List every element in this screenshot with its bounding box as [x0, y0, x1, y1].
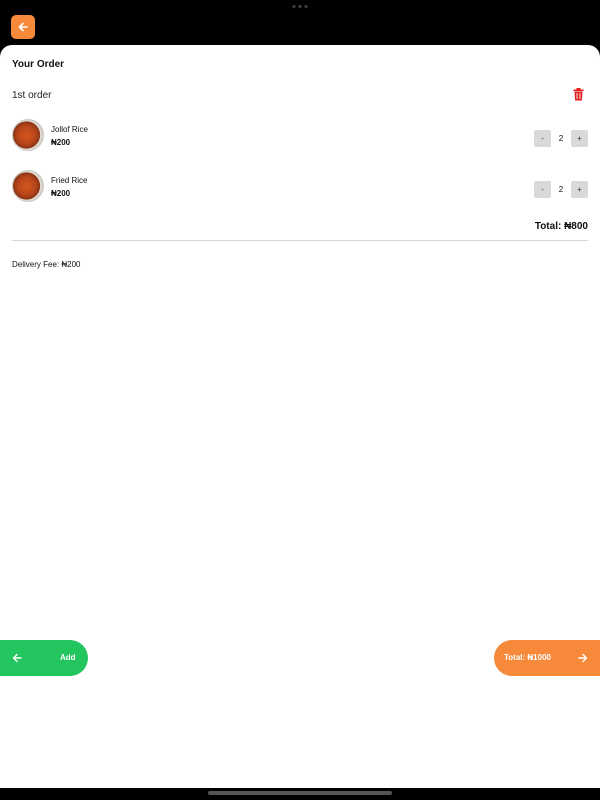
- back-button[interactable]: [11, 15, 35, 39]
- add-button-label: Add: [60, 653, 76, 662]
- arrow-left-icon: [12, 653, 22, 663]
- item-price: ₦200: [51, 138, 71, 147]
- quantity-value: 2: [558, 185, 564, 194]
- increment-button[interactable]: +: [571, 181, 588, 198]
- divider: [12, 240, 588, 241]
- order-total: Total: ₦800: [534, 221, 588, 232]
- checkout-button-label: Total: ₦1000: [504, 653, 551, 662]
- arrow-right-icon: [578, 653, 588, 663]
- quantity-stepper: - 2 +: [534, 181, 588, 198]
- item-name: Jollof Rice: [51, 125, 88, 134]
- page-title: Your Order: [12, 59, 65, 70]
- decrement-button[interactable]: -: [534, 130, 551, 147]
- increment-button[interactable]: +: [571, 130, 588, 147]
- checkout-button[interactable]: Total: ₦1000: [494, 640, 600, 676]
- order-label: 1st order: [12, 90, 52, 101]
- add-button[interactable]: Add: [0, 640, 88, 676]
- item-name: Fried Rice: [51, 176, 88, 185]
- trash-icon: [573, 88, 584, 101]
- order-item: Fried Rice ₦200 - 2 +: [12, 170, 588, 204]
- quantity-value: 2: [558, 134, 564, 143]
- quantity-stepper: - 2 +: [534, 130, 588, 147]
- home-indicator: [208, 791, 392, 795]
- jollof-rice-image: [12, 119, 44, 151]
- order-sheet: Your Order 1st order Jollof Rice ₦200 - …: [0, 45, 600, 788]
- order-item: Jollof Rice ₦200 - 2 +: [12, 119, 588, 153]
- multitask-dots: [292, 5, 308, 8]
- delivery-fee: Delivery Fee: ₦200: [12, 260, 81, 269]
- item-price: ₦200: [51, 189, 71, 198]
- delete-order-button[interactable]: [573, 88, 584, 106]
- fried-rice-image: [12, 170, 44, 202]
- decrement-button[interactable]: -: [534, 181, 551, 198]
- arrow-left-icon: [18, 22, 28, 32]
